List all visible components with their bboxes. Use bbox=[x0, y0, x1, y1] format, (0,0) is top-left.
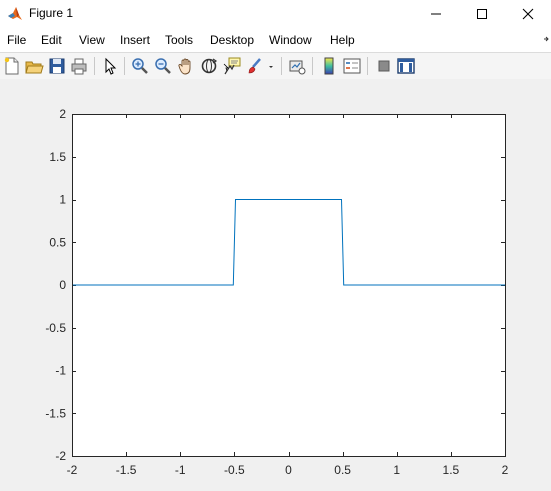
toolbar-separator bbox=[94, 57, 95, 75]
menu-window[interactable]: Window bbox=[269, 33, 312, 47]
x-tick-label: -0.5 bbox=[224, 463, 245, 477]
maximize-icon bbox=[477, 9, 487, 19]
legend-button[interactable] bbox=[342, 56, 362, 76]
y-tick-label: 0.5 bbox=[49, 235, 66, 249]
brush-button[interactable] bbox=[245, 56, 265, 76]
zoom-in-icon bbox=[132, 58, 148, 74]
plot-axes[interactable]: -2 -1.5 -1 -0.5 0 0.5 1 1.5 2 2 1.5 1 0.5 0 -0.5 -1 -1.… bbox=[0, 80, 551, 491]
new-figure-icon bbox=[4, 57, 19, 75]
menu-view[interactable]: View bbox=[79, 33, 105, 47]
minimize-button[interactable] bbox=[413, 0, 459, 28]
print-button[interactable] bbox=[69, 56, 89, 76]
menu-help[interactable]: Help bbox=[330, 33, 355, 47]
menu-edit[interactable]: Edit bbox=[41, 33, 62, 47]
menu-tools[interactable]: Tools bbox=[165, 33, 193, 47]
title-bar: Figure 1 bbox=[0, 0, 551, 28]
menu-desktop[interactable]: Desktop bbox=[210, 33, 254, 47]
open-file-button[interactable] bbox=[24, 56, 44, 76]
x-tick-label: 0.5 bbox=[334, 463, 351, 477]
x-tick-label: -2 bbox=[67, 463, 78, 477]
chevron-down-icon bbox=[269, 66, 273, 68]
y-tick-label: 2 bbox=[59, 107, 66, 121]
x-tick-label: 1.5 bbox=[443, 463, 460, 477]
save-button[interactable] bbox=[47, 56, 67, 76]
colorbar-icon bbox=[324, 57, 334, 75]
x-tick-label: -1 bbox=[175, 463, 186, 477]
figure-canvas[interactable]: -2 -1.5 -1 -0.5 0 0.5 1 1.5 2 2 1.5 1 0.5 0 -0.5 -1 -1.… bbox=[0, 80, 551, 491]
y-axis-tick-labels: 2 1.5 1 0.5 0 -0.5 -1 -1.5 -2 bbox=[45, 107, 66, 463]
x-axis-tick-labels: -2 -1.5 -1 -0.5 0 0.5 1 1.5 2 bbox=[67, 463, 509, 477]
toolbar-separator bbox=[367, 57, 368, 75]
x-tick-label: -1.5 bbox=[116, 463, 137, 477]
y-tick-label: -1 bbox=[55, 364, 66, 378]
y-tick-label: 0 bbox=[59, 278, 66, 292]
y-tick-label: -0.5 bbox=[45, 321, 66, 335]
data-cursor-button[interactable] bbox=[222, 56, 242, 76]
data-cursor-icon bbox=[223, 57, 241, 75]
x-tick-label: 0 bbox=[285, 463, 292, 477]
minimize-icon bbox=[431, 13, 441, 15]
toolbar-separator bbox=[312, 57, 313, 75]
y-tick-label: 1 bbox=[59, 193, 66, 207]
hide-plot-tools-button[interactable] bbox=[374, 56, 394, 76]
maximize-button[interactable] bbox=[459, 0, 505, 28]
menu-bar: File Edit View Insert Tools Desktop Wind… bbox=[0, 28, 551, 53]
colorbar-button[interactable] bbox=[319, 56, 339, 76]
edit-plot-button[interactable] bbox=[100, 56, 120, 76]
link-plot-icon bbox=[289, 60, 306, 75]
zoom-out-button[interactable] bbox=[153, 56, 173, 76]
print-icon bbox=[71, 58, 87, 75]
menu-file[interactable]: File bbox=[7, 33, 26, 47]
brush-icon bbox=[248, 58, 261, 74]
x-tick-label: 1 bbox=[393, 463, 400, 477]
x-tick-label: 2 bbox=[502, 463, 509, 477]
brush-dropdown[interactable] bbox=[265, 56, 277, 76]
save-icon bbox=[49, 58, 65, 74]
new-figure-button[interactable] bbox=[2, 56, 22, 76]
legend-icon bbox=[343, 58, 361, 74]
menu-overflow-icon[interactable] bbox=[543, 34, 549, 44]
y-tick-label: -2 bbox=[55, 449, 66, 463]
show-plot-tools-icon bbox=[397, 58, 415, 74]
pan-button[interactable] bbox=[176, 56, 196, 76]
edit-plot-arrow-icon bbox=[105, 57, 117, 75]
close-button[interactable] bbox=[505, 0, 551, 28]
window-title: Figure 1 bbox=[29, 6, 74, 20]
toolbar-separator bbox=[281, 57, 282, 75]
show-plot-tools-button[interactable] bbox=[396, 56, 416, 76]
hide-plot-tools-icon bbox=[378, 60, 390, 72]
rotate-3d-icon bbox=[201, 58, 218, 74]
zoom-in-button[interactable] bbox=[130, 56, 150, 76]
menu-insert[interactable]: Insert bbox=[120, 33, 150, 47]
figure-toolbar bbox=[0, 53, 551, 79]
pan-hand-icon bbox=[178, 58, 191, 75]
y-tick-label: -1.5 bbox=[45, 406, 66, 420]
close-icon bbox=[522, 8, 534, 20]
toolbar-separator bbox=[124, 57, 125, 75]
rotate-3d-button[interactable] bbox=[199, 56, 219, 76]
open-file-icon bbox=[25, 61, 44, 74]
y-tick-label: 1.5 bbox=[49, 150, 66, 164]
matlab-logo-icon bbox=[8, 7, 22, 20]
link-plot-button[interactable] bbox=[287, 56, 307, 76]
zoom-out-icon bbox=[155, 58, 171, 74]
